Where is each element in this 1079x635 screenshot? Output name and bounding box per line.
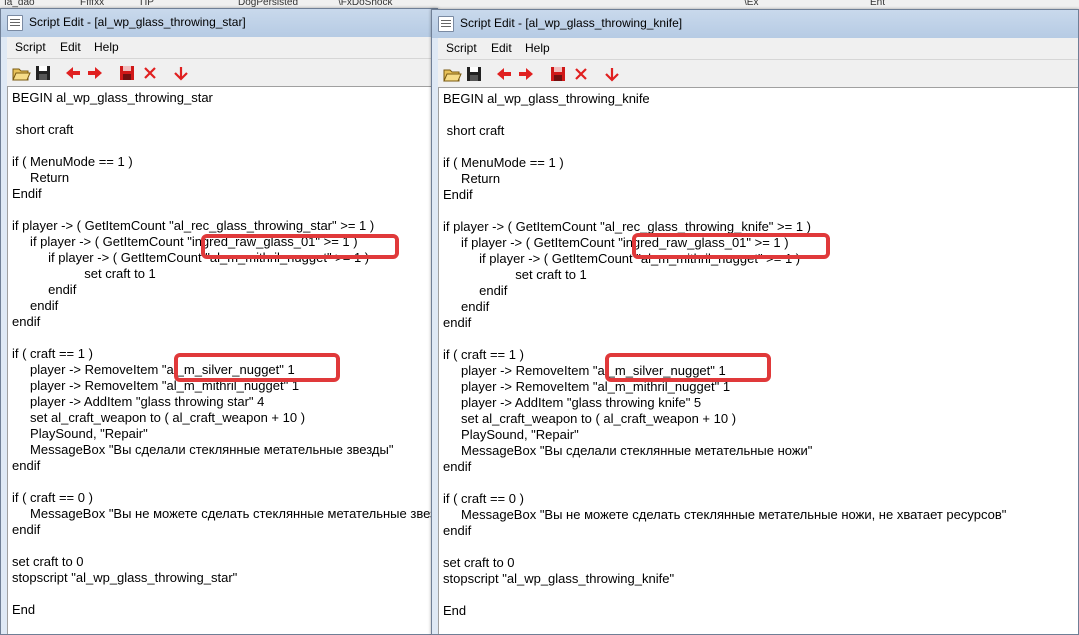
code-line[interactable]: player -> AddItem "glass throwing knife"… — [443, 395, 701, 410]
menu-bar: Script Edit Help — [7, 37, 437, 59]
menu-help[interactable]: Help — [525, 41, 550, 55]
code-line[interactable]: endif — [443, 523, 471, 538]
code-line[interactable]: if ( craft == 1 ) — [12, 346, 93, 361]
code-line[interactable]: stopscript "al_wp_glass_throwing_star" — [12, 570, 237, 585]
code-line[interactable]: set craft to 1 — [12, 266, 156, 281]
code-line[interactable]: short craft — [443, 123, 505, 138]
code-line[interactable]: short craft — [12, 122, 74, 137]
code-line[interactable]: stopscript "al_wp_glass_throwing_knife" — [443, 571, 674, 586]
code-line[interactable]: MessageBox "Вы сделали стеклянные метате… — [443, 443, 812, 458]
menu-help[interactable]: Help — [94, 40, 119, 54]
code-line[interactable]: if player -> ( GetItemCount "al_rec_glas… — [12, 218, 374, 233]
code-line[interactable]: if player -> ( GetItemCount "al_m_mithri… — [443, 251, 800, 266]
menu-script[interactable]: Script — [15, 40, 46, 54]
arrow-right-icon[interactable] — [516, 64, 536, 84]
menu-edit[interactable]: Edit — [60, 40, 81, 54]
background-fragment: Ia_dao — [4, 0, 35, 8]
background-fragment: DogPersisted — [238, 0, 299, 8]
code-line[interactable]: set craft to 1 — [443, 267, 587, 282]
script-editor[interactable]: BEGIN al_wp_glass_throwing_knife short c… — [438, 88, 1078, 634]
save-red-icon[interactable] — [548, 64, 568, 84]
arrow-down-icon[interactable] — [171, 63, 191, 83]
background-fragment: \Ex — [744, 0, 759, 8]
menu-edit[interactable]: Edit — [491, 41, 512, 55]
menu-script[interactable]: Script — [446, 41, 477, 55]
toolbar — [7, 59, 437, 87]
save-icon[interactable] — [33, 63, 53, 83]
code-line[interactable]: if ( craft == 0 ) — [443, 491, 524, 506]
code-line[interactable]: if player -> ( GetItemCount "ingred_raw_… — [443, 235, 789, 250]
code-line[interactable]: set al_craft_weapon to ( al_craft_weapon… — [12, 410, 305, 425]
code-line[interactable]: endif — [443, 315, 471, 330]
arrow-down-icon[interactable] — [602, 64, 622, 84]
code-line[interactable]: player -> RemoveItem "al_m_mithril_nugge… — [443, 379, 730, 394]
script-edit-window-star[interactable]: Script Edit - [al_wp_glass_throwing_star… — [0, 8, 438, 635]
code-line[interactable]: BEGIN al_wp_glass_throwing_star — [12, 90, 213, 105]
code-line[interactable]: BEGIN al_wp_glass_throwing_knife — [443, 91, 650, 106]
code-line[interactable]: PlaySound, "Repair" — [12, 426, 148, 441]
code-line[interactable]: endif — [12, 458, 40, 473]
menu-bar: Script Edit Help — [438, 38, 1078, 60]
arrow-left-icon[interactable] — [63, 63, 83, 83]
window-title: Script Edit - [al_wp_glass_throwing_star… — [29, 15, 246, 29]
toolbar — [438, 60, 1078, 88]
code-line[interactable]: if ( craft == 1 ) — [443, 347, 524, 362]
open-folder-icon[interactable] — [11, 63, 31, 83]
background-fragment: \FxDoShock — [338, 0, 393, 8]
code-line[interactable]: endif — [443, 299, 489, 314]
close-x-icon[interactable] — [140, 63, 160, 83]
code-line[interactable]: if player -> ( GetItemCount "ingred_raw_… — [12, 234, 358, 249]
code-line[interactable]: MessageBox "Вы не можете сделать стеклян… — [12, 506, 437, 521]
code-line[interactable]: set al_craft_weapon to ( al_craft_weapon… — [443, 411, 736, 426]
code-line[interactable]: End — [12, 602, 35, 617]
code-line[interactable]: endif — [12, 298, 58, 313]
code-line[interactable]: Endif — [443, 187, 473, 202]
background-fragment: ПР — [140, 0, 154, 8]
close-x-icon[interactable] — [571, 64, 591, 84]
code-line[interactable]: endif — [12, 522, 40, 537]
code-line[interactable]: set craft to 0 — [12, 554, 84, 569]
code-line[interactable]: PlaySound, "Repair" — [443, 427, 579, 442]
open-folder-icon[interactable] — [442, 64, 462, 84]
code-line[interactable]: player -> RemoveItem "al_m_silver_nugget… — [12, 362, 295, 377]
code-line[interactable]: set craft to 0 — [443, 555, 515, 570]
code-line[interactable]: MessageBox "Вы сделали стеклянные метате… — [12, 442, 393, 457]
script-edit-window-knife[interactable]: Script Edit - [al_wp_glass_throwing_knif… — [431, 9, 1079, 635]
code-line[interactable]: player -> RemoveItem "al_m_mithril_nugge… — [12, 378, 299, 393]
code-line[interactable]: if ( MenuMode == 1 ) — [443, 155, 564, 170]
code-line[interactable]: player -> RemoveItem "al_m_silver_nugget… — [443, 363, 726, 378]
code-line[interactable]: Endif — [12, 186, 42, 201]
title-bar[interactable]: Script Edit - [al_wp_glass_throwing_knif… — [432, 10, 1078, 38]
code-line[interactable]: if ( MenuMode == 1 ) — [12, 154, 133, 169]
code-line[interactable]: endif — [443, 283, 507, 298]
arrow-left-icon[interactable] — [494, 64, 514, 84]
window-app-icon — [438, 16, 454, 32]
code-line[interactable]: Return — [12, 170, 69, 185]
window-title: Script Edit - [al_wp_glass_throwing_knif… — [460, 16, 683, 30]
code-line[interactable]: player -> AddItem "glass throwing star" … — [12, 394, 264, 409]
code-line[interactable]: End — [443, 603, 466, 618]
window-app-icon — [7, 15, 23, 31]
save-icon[interactable] — [464, 64, 484, 84]
script-editor[interactable]: BEGIN al_wp_glass_throwing_star short cr… — [7, 87, 437, 634]
code-line[interactable]: endif — [443, 459, 471, 474]
arrow-right-icon[interactable] — [85, 63, 105, 83]
code-line[interactable]: endif — [12, 314, 40, 329]
code-line[interactable]: if player -> ( GetItemCount "al_rec_glas… — [443, 219, 811, 234]
title-bar[interactable]: Script Edit - [al_wp_glass_throwing_star… — [1, 9, 437, 37]
background-fragment: Ffffxx — [80, 0, 105, 8]
code-line[interactable]: endif — [12, 282, 76, 297]
code-line[interactable]: Return — [443, 171, 500, 186]
code-line[interactable]: if ( craft == 0 ) — [12, 490, 93, 505]
code-line[interactable]: MessageBox "Вы не можете сделать стеклян… — [443, 507, 1006, 522]
code-line[interactable]: if player -> ( GetItemCount "al_m_mithri… — [12, 250, 369, 265]
save-red-icon[interactable] — [117, 63, 137, 83]
background-fragment: Ent — [870, 0, 886, 8]
